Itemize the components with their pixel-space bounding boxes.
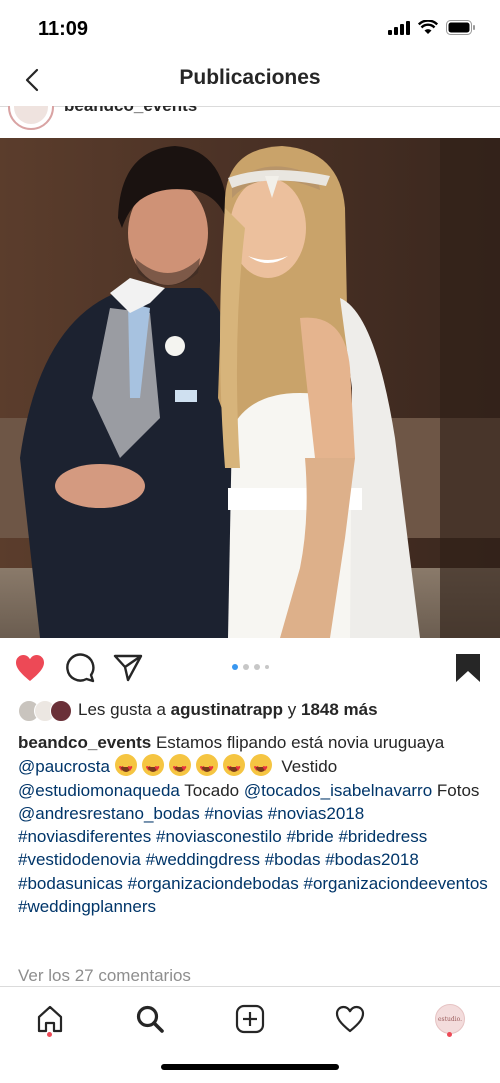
caption-text: Estamos flipando está novia uruguaya [155,733,445,752]
like-button[interactable] [14,652,46,684]
post-username[interactable]: beandco_events [64,106,197,116]
hashtag-link[interactable]: #bodas2018 [325,850,419,869]
likes-count[interactable]: 1848 más [301,700,378,719]
heart-icon [335,1005,365,1033]
status-icons [388,20,476,35]
post-header: beandco_events [0,106,500,138]
add-post-icon [235,1004,265,1034]
hashtag-link[interactable]: #organizaciondebodas [128,874,299,893]
post-photo[interactable] [0,138,500,638]
mention-link[interactable]: @andresrestano_bodas [18,804,200,823]
carousel-dot [243,664,249,670]
wedding-photo [0,138,500,638]
comment-button[interactable] [64,652,96,684]
tab-activity[interactable] [330,999,370,1039]
emoji-group [114,754,277,781]
mention-link[interactable]: @paucrosta [18,757,110,776]
post-actions [0,646,500,690]
hashtag-link[interactable]: #novias [204,804,263,823]
status-time: 11:09 [38,18,89,40]
page-title: Publicaciones [179,66,321,89]
hashtag-link[interactable]: #bride [286,827,333,846]
hashtag-link[interactable]: #vestidodenovia [18,850,141,869]
wifi-icon [418,20,438,34]
tab-search[interactable] [130,999,170,1039]
caption-username[interactable]: beandco_events [18,733,151,752]
heart-eyes-emoji-icon [114,754,137,781]
nav-bar: Publicaciones [0,58,500,107]
carousel-dot [254,664,260,670]
post-avatar[interactable] [8,106,54,130]
liker-avatar [50,700,72,722]
bookmark-filled-icon [456,654,480,682]
profile-avatar: estudio. [435,1004,465,1034]
hashtag-link[interactable]: #noviasconestilo [156,827,282,846]
heart-eyes-emoji-icon [195,754,218,781]
caption-text: Tocado [184,780,240,800]
heart-eyes-emoji-icon [168,754,191,781]
signal-icon [388,20,410,35]
search-icon [136,1005,164,1033]
hashtag-link[interactable]: #novias2018 [268,804,364,823]
hashtag-link[interactable]: #bodasunicas [18,874,123,893]
post-caption: beandco_events Estamos flipando está nov… [18,731,488,918]
notification-dot [47,1032,52,1037]
hashtag-link[interactable]: #bridedress [338,827,427,846]
share-button[interactable] [112,652,144,684]
comment-icon [66,653,95,683]
carousel-indicator [232,664,269,670]
home-indicator [161,1064,339,1070]
status-bar: 11:09 [0,0,500,58]
heart-eyes-emoji-icon [222,754,245,781]
liker-username[interactable]: agustinatrapp [171,700,283,719]
tab-new-post[interactable] [230,999,270,1039]
view-comments-link[interactable]: Ver los 27 comentarios [18,966,191,986]
heart-filled-icon [16,655,44,681]
hashtag-link[interactable]: #weddingdress [146,850,260,869]
hashtag-link[interactable]: #noviasdiferentes [18,827,151,846]
heart-eyes-emoji-icon [141,754,164,781]
carousel-dot [232,664,238,670]
profile-avatar-label: estudio. [437,1015,463,1023]
notification-dot [447,1032,452,1037]
send-icon [113,654,143,682]
mention-link[interactable]: @tocados_isabelnavarro [244,781,432,800]
heart-eyes-emoji-icon [249,754,272,781]
save-button[interactable] [452,652,484,684]
hashtag-link[interactable]: #weddingplanners [18,897,156,916]
likes-text: Les gusta a agustinatrapp y 1848 más [78,700,378,719]
hashtag-link[interactable]: #bodas [265,850,321,869]
caption-text: Fotos [436,780,480,800]
home-icon [37,1005,63,1033]
mention-link[interactable]: @estudiomonaqueda [18,781,180,800]
hashtag-link[interactable]: #organizaciondeeventos [303,874,487,893]
caption-text: Vestido [281,757,338,777]
liker-avatars [18,698,72,722]
battery-icon [446,20,475,35]
likes-row[interactable]: Les gusta a agustinatrapp y 1848 más [18,696,378,724]
carousel-dot [265,665,269,669]
